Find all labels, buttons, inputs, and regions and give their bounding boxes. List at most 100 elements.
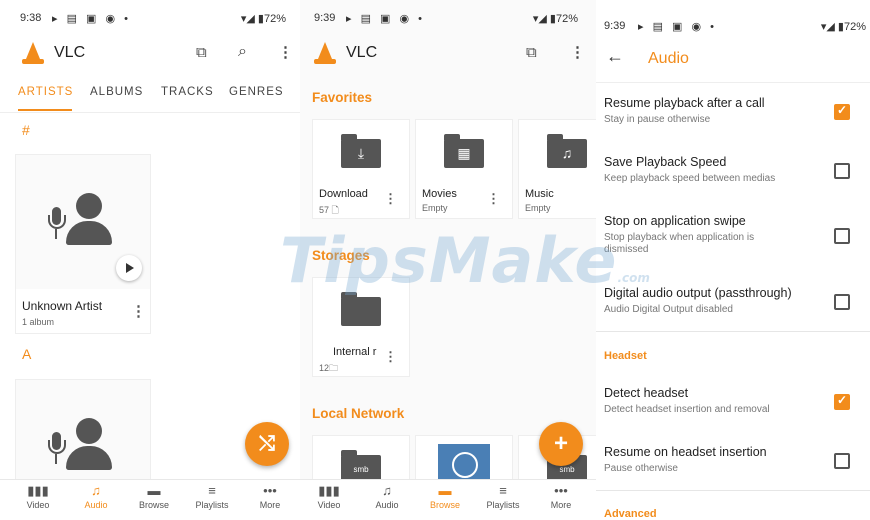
music-note-icon: ♫ bbox=[382, 483, 392, 498]
status-time: 9:38 bbox=[20, 12, 42, 24]
network-share[interactable]: smb bbox=[313, 436, 409, 484]
add-fab[interactable]: + bbox=[539, 422, 583, 466]
settings-app-bar: ← Audio bbox=[596, 34, 870, 83]
artist-card[interactable]: Unknown Artist 1 album ⋮ bbox=[16, 155, 150, 333]
status-icons: ▸ ▤ ▣ ◉ • bbox=[52, 13, 131, 25]
status-time: 9:39 bbox=[314, 12, 336, 24]
app-bar: VLC ⧉ ⌕ ⋮ bbox=[0, 34, 300, 74]
network-media[interactable] bbox=[416, 436, 512, 484]
checkbox-checked[interactable] bbox=[834, 103, 850, 120]
status-battery: ▾◢ ▮72% bbox=[240, 13, 286, 25]
status-icons: ▸ ▤ ▣ ◉ • bbox=[638, 21, 717, 33]
watermark-suffix: .com bbox=[617, 271, 650, 285]
advanced-category: Advanced bbox=[604, 508, 657, 520]
cast-icon[interactable]: ⧉ bbox=[196, 44, 207, 61]
setting-subtitle: Keep playback speed between medias bbox=[604, 173, 776, 184]
checkbox-checked[interactable] bbox=[834, 393, 850, 410]
folder-icon: ▬ bbox=[438, 483, 452, 498]
storage-menu-icon[interactable]: ⋮ bbox=[384, 350, 397, 363]
video-icon: ▮▮▮ bbox=[318, 483, 340, 498]
setting-resume-after-call[interactable]: Resume playback after a call Stay in pau… bbox=[596, 96, 870, 140]
nav-label: Playlists bbox=[486, 500, 520, 510]
setting-detect-headset[interactable]: Detect headset Detect headset insertion … bbox=[596, 386, 870, 426]
setting-title: Detect headset bbox=[604, 386, 689, 400]
nav-more[interactable]: ••• More bbox=[241, 482, 299, 510]
status-bar: 9:38 ▸ ▤ ▣ ◉ • ▾◢ ▮72% bbox=[0, 0, 300, 34]
app-bar: VLC ⧉ ⋮ bbox=[300, 34, 596, 74]
section-header-a: A bbox=[22, 346, 32, 362]
tab-indicator bbox=[18, 109, 72, 111]
local-network-header: Local Network bbox=[312, 406, 405, 421]
setting-subtitle: Audio Digital Output disabled bbox=[604, 304, 733, 315]
favorite-music[interactable]: ♫ Music Empty bbox=[519, 120, 596, 218]
checkbox-unchecked[interactable] bbox=[834, 294, 850, 310]
nav-video[interactable]: ▮▮▮ Video bbox=[300, 482, 358, 510]
more-icon: ••• bbox=[263, 483, 277, 498]
artist-placeholder-icon bbox=[48, 418, 118, 478]
search-icon[interactable]: ⌕ bbox=[238, 43, 247, 61]
status-bar: 9:39 ▸ ▤ ▣ ◉ • ▾◢ ▮72% bbox=[300, 0, 596, 34]
folder-name: Music bbox=[525, 188, 554, 200]
status-battery: ▾◢ ▮72% bbox=[532, 13, 578, 25]
tab-artists[interactable]: ARTISTS bbox=[18, 86, 73, 98]
play-button[interactable] bbox=[116, 255, 142, 281]
plus-icon: + bbox=[553, 430, 568, 457]
checkbox-unchecked[interactable] bbox=[834, 453, 850, 469]
artist-card[interactable] bbox=[16, 380, 150, 490]
artist-album-count: 1 album bbox=[22, 317, 55, 327]
status-bar: 9:39 ▸ ▤ ▣ ◉ • ▾◢ ▮72% bbox=[596, 0, 870, 34]
nav-playlists[interactable]: ≡ Playlists bbox=[183, 482, 241, 510]
setting-save-playback-speed[interactable]: Save Playback Speed Keep playback speed … bbox=[596, 155, 870, 199]
shuffle-icon: ⤭ bbox=[259, 433, 275, 455]
nav-video[interactable]: ▮▮▮ Video bbox=[9, 482, 67, 510]
folder-menu-icon[interactable]: ⋮ bbox=[487, 192, 500, 205]
nav-label: Video bbox=[317, 500, 341, 510]
tab-tracks[interactable]: TRACKS bbox=[161, 86, 214, 98]
cast-icon[interactable]: ⧉ bbox=[526, 44, 537, 61]
setting-subtitle: Stay in pause otherwise bbox=[604, 114, 711, 125]
folder-count: Empty bbox=[422, 203, 448, 213]
artist-placeholder-icon bbox=[48, 193, 118, 253]
status-time: 9:39 bbox=[604, 20, 626, 32]
back-arrow-icon[interactable]: ← bbox=[606, 46, 624, 67]
nav-playlists[interactable]: ≡ Playlists bbox=[474, 482, 532, 510]
divider bbox=[596, 490, 870, 491]
favorite-download[interactable]: ⤓ Download 57 🗋 ⋮ bbox=[313, 120, 409, 218]
folder-icon: ▬ bbox=[147, 483, 161, 498]
nav-audio[interactable]: ♫ Audio bbox=[358, 482, 416, 510]
nav-label: Video bbox=[26, 500, 50, 510]
watermark-text: TipsMake bbox=[280, 224, 618, 297]
nav-browse[interactable]: ▬ Browse bbox=[416, 482, 474, 510]
overflow-menu-icon[interactable]: ⋮ bbox=[570, 43, 585, 61]
music-note-icon: ♫ bbox=[91, 483, 101, 498]
setting-resume-on-headset[interactable]: Resume on headset insertion Pause otherw… bbox=[596, 445, 870, 485]
folder-menu-icon[interactable]: ⋮ bbox=[384, 192, 397, 205]
tab-genres[interactable]: GENRES bbox=[229, 86, 284, 98]
checkbox-unchecked[interactable] bbox=[834, 228, 850, 244]
folder-icon bbox=[341, 292, 381, 326]
status-icons: ▸ ▤ ▣ ◉ • bbox=[346, 13, 425, 25]
checkbox-unchecked[interactable] bbox=[834, 163, 850, 179]
nav-more[interactable]: ••• More bbox=[532, 482, 590, 510]
media-thumbnail bbox=[438, 444, 490, 484]
artist-menu-icon[interactable]: ⋮ bbox=[131, 304, 146, 319]
nav-label: Playlists bbox=[195, 500, 229, 510]
app-title: VLC bbox=[346, 44, 378, 61]
storage-name: Internal r bbox=[333, 346, 377, 358]
setting-title: Resume playback after a call bbox=[604, 96, 765, 110]
storage-count: 12🗀 bbox=[319, 363, 339, 373]
setting-subtitle: Pause otherwise bbox=[604, 463, 678, 474]
vlc-cone-icon bbox=[314, 42, 336, 64]
overflow-menu-icon[interactable]: ⋮ bbox=[278, 43, 293, 61]
favorites-header: Favorites bbox=[312, 90, 373, 105]
play-circle-icon bbox=[452, 452, 478, 478]
more-icon: ••• bbox=[554, 483, 568, 498]
nav-label: Browse bbox=[429, 500, 460, 510]
nav-browse[interactable]: ▬ Browse bbox=[125, 482, 183, 510]
folder-name: Download bbox=[319, 188, 368, 200]
bottom-nav: ▮▮▮ Video ♫ Audio ▬ Browse ≡ Playlists ••• Mo… bbox=[300, 479, 596, 520]
tab-albums[interactable]: ALBUMS bbox=[90, 86, 143, 98]
favorite-movies[interactable]: ▦ Movies Empty ⋮ bbox=[416, 120, 512, 218]
shuffle-fab[interactable]: ⤭ bbox=[245, 422, 289, 466]
nav-audio[interactable]: ♫ Audio bbox=[67, 482, 125, 510]
